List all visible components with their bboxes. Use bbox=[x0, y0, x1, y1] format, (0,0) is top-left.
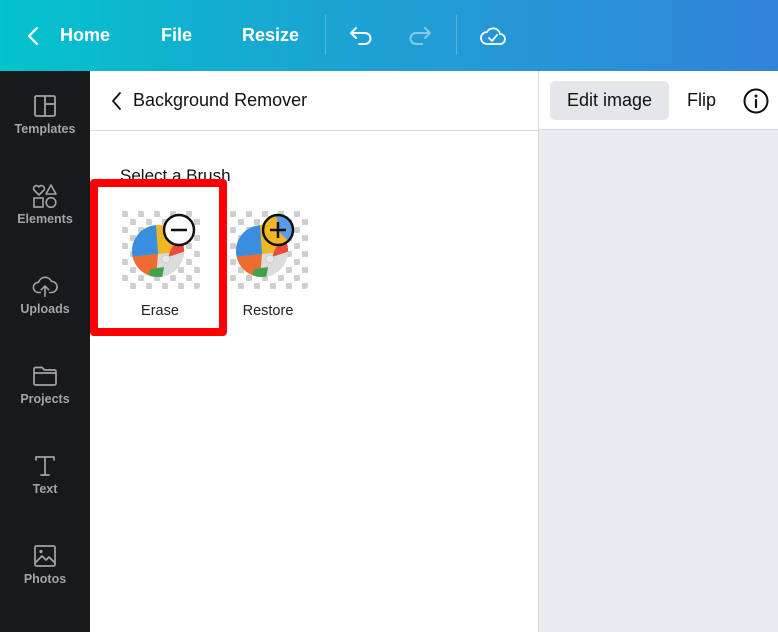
panel-back-button[interactable] bbox=[110, 91, 124, 111]
brush-label: Erase bbox=[141, 303, 179, 319]
sidebar-item-label: Templates bbox=[14, 122, 76, 136]
panel-header: Background Remover bbox=[90, 71, 539, 131]
background-remover-panel: Background Remover Select a Brush Erase … bbox=[90, 71, 539, 632]
toolbar-divider bbox=[456, 15, 457, 55]
home-button[interactable]: Home bbox=[60, 0, 110, 71]
sidebar-item-label: Photos bbox=[23, 572, 67, 586]
upload-cloud-icon bbox=[32, 273, 58, 299]
chevron-left-icon bbox=[27, 26, 39, 45]
edit-image-button[interactable]: Edit image bbox=[550, 81, 669, 120]
sidebar-item-label: Text bbox=[32, 482, 58, 496]
brush-option-restore[interactable]: Restore bbox=[228, 209, 308, 319]
sidebar-item-photos[interactable]: Photos bbox=[0, 543, 90, 623]
chevron-left-icon bbox=[112, 92, 121, 110]
panel-title: Background Remover bbox=[133, 90, 308, 110]
photo-icon bbox=[32, 543, 58, 569]
back-button[interactable] bbox=[26, 0, 46, 71]
redo-icon bbox=[409, 26, 431, 45]
canvas-area[interactable] bbox=[539, 130, 778, 632]
redo-button[interactable] bbox=[407, 0, 433, 71]
undo-button[interactable] bbox=[348, 0, 374, 71]
sidebar-item-uploads[interactable]: Uploads bbox=[0, 273, 90, 353]
info-button[interactable] bbox=[743, 88, 769, 114]
info-icon bbox=[743, 88, 769, 114]
sidebar-item-projects[interactable]: Projects bbox=[0, 363, 90, 443]
section-title: Select a Brush bbox=[120, 166, 231, 185]
file-menu-button[interactable]: File bbox=[161, 0, 192, 71]
save-status-button[interactable] bbox=[479, 0, 507, 71]
context-toolbar: Edit image Flip bbox=[539, 71, 778, 130]
toolbar-divider bbox=[325, 15, 326, 55]
cloud-check-icon bbox=[480, 27, 506, 45]
text-icon bbox=[32, 453, 58, 479]
top-bar: Home File Resize bbox=[0, 0, 778, 71]
brush-option-erase[interactable]: Erase bbox=[120, 209, 200, 319]
restore-brush-thumbnail bbox=[228, 209, 308, 289]
flip-button[interactable]: Flip bbox=[687, 81, 716, 120]
folder-icon bbox=[32, 363, 58, 389]
sidebar-item-label: Projects bbox=[20, 392, 70, 406]
sidebar-item-label: Uploads bbox=[20, 302, 70, 316]
sidebar-item-templates[interactable]: Templates bbox=[0, 93, 90, 173]
erase-brush-thumbnail bbox=[120, 209, 200, 289]
sidebar: Templates Elements Uploads Projects Text… bbox=[0, 71, 90, 632]
sidebar-item-label: Elements bbox=[17, 212, 73, 226]
undo-icon bbox=[350, 26, 372, 45]
templates-icon bbox=[32, 93, 58, 119]
sidebar-item-text[interactable]: Text bbox=[0, 453, 90, 533]
elements-icon bbox=[32, 183, 58, 209]
resize-button[interactable]: Resize bbox=[242, 0, 299, 71]
brush-label: Restore bbox=[242, 303, 294, 319]
sidebar-item-elements[interactable]: Elements bbox=[0, 183, 90, 263]
